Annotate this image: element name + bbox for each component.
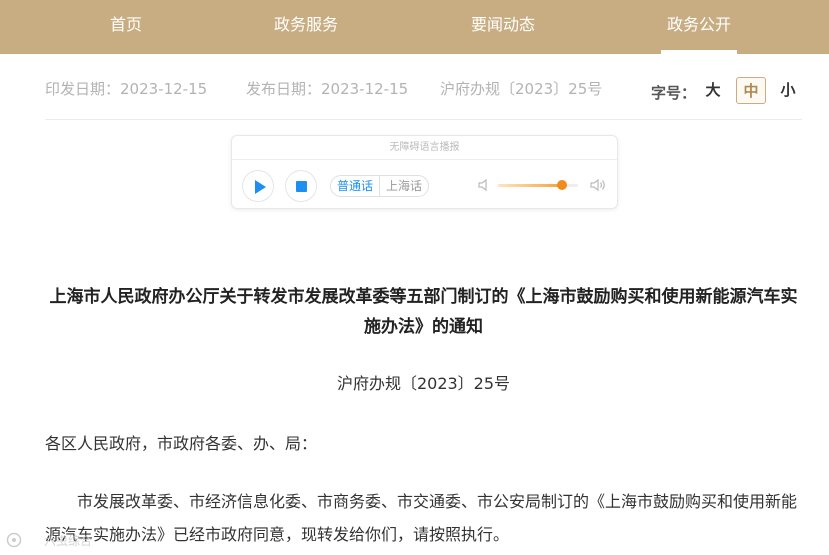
volume-slider-knob[interactable] <box>557 180 567 190</box>
volume-low-icon[interactable] <box>476 177 492 193</box>
volume-high-icon[interactable] <box>589 177 607 193</box>
nav-item-news[interactable]: 要闻动态 <box>447 0 559 54</box>
article-salutation: 各区人民政府，市政府各委、办、局： <box>45 434 318 453</box>
volume-slider[interactable] <box>498 180 578 190</box>
watermark-text: 六虫综合 <box>44 534 93 548</box>
audio-player: 无障碍语言播报 普通话 上海话 <box>231 135 618 209</box>
lang-shanghai-button[interactable]: 上海话 <box>379 176 428 196</box>
meta-divider <box>45 119 802 120</box>
article-doc-number: 沪府办规〔2023〕25号 <box>336 374 511 393</box>
nav-item-services[interactable]: 政务服务 <box>250 0 362 54</box>
volume-slider-fill <box>498 184 562 187</box>
font-size-large-button[interactable]: 大 <box>698 77 728 104</box>
article-body: 市发展改革委、市经济信息化委、市商务委、市交通委、市公安局制订的《上海市鼓励购买… <box>45 492 798 544</box>
meta-doc-number: 沪府办规〔2023〕25号 <box>440 80 603 98</box>
issue-date: 印发日期：2023-12-15 <box>45 80 208 98</box>
font-size-label: 字号： <box>651 84 697 102</box>
nav-item-disclosure[interactable]: 政务公开 <box>643 0 755 54</box>
lang-mandarin-button[interactable]: 普通话 <box>331 176 379 196</box>
font-size-medium-button[interactable]: 中 <box>736 77 766 104</box>
language-switch: 普通话 上海话 <box>330 175 430 197</box>
nav-item-home[interactable]: 首页 <box>86 0 166 54</box>
player-header: 无障碍语言播报 <box>232 136 617 160</box>
publish-date: 发布日期：2023-12-15 <box>246 80 409 98</box>
stop-button[interactable] <box>285 170 317 202</box>
article-title: 上海市人民政府办公厅关于转发市发展改革委等五部门制订的《上海市鼓励购买和使用新能… <box>49 287 798 337</box>
top-nav: 首页 政务服务 要闻动态 政务公开 <box>0 0 829 54</box>
play-button[interactable] <box>242 170 274 202</box>
watermark-logo-icon <box>6 532 22 548</box>
font-size-small-button[interactable]: 小 <box>773 77 803 104</box>
watermark: 六虫综合 <box>6 530 116 550</box>
